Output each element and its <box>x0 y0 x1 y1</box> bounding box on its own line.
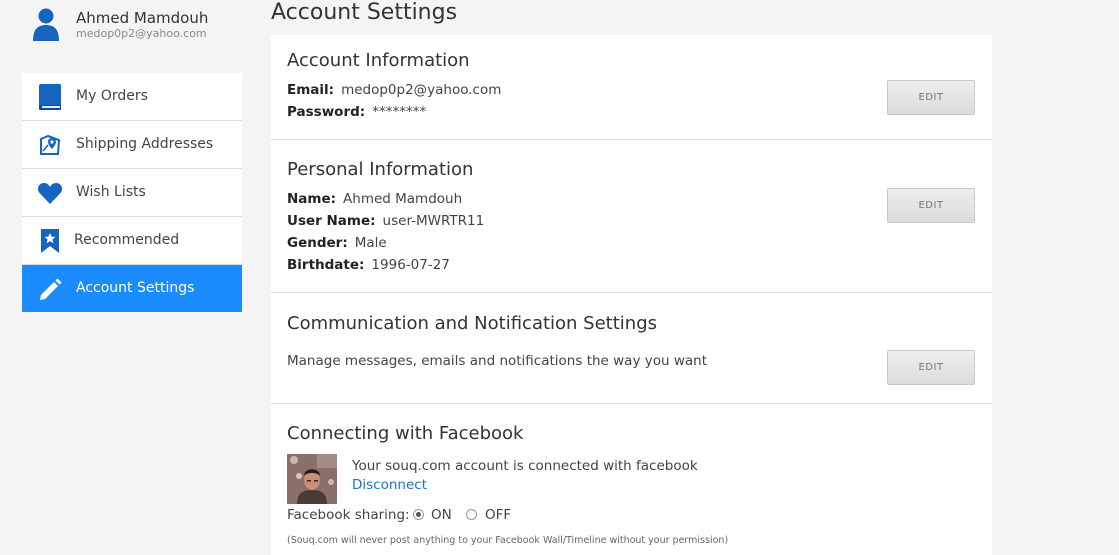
facebook-sharing-label: Facebook sharing: <box>287 507 410 523</box>
edit-account-button[interactable]: EDIT <box>887 80 975 115</box>
account-information-section: Account Information Email: medop0p2@yahoo… <box>271 35 992 140</box>
email-value: medop0p2@yahoo.com <box>341 82 502 98</box>
settings-panel: Account Information Email: medop0p2@yahoo… <box>271 35 992 555</box>
gender-label: Gender: <box>287 235 348 251</box>
sidebar-menu: My Orders Shipping Addresses Wish Lists <box>22 73 242 312</box>
gender-row: Gender: Male <box>287 235 387 251</box>
password-value: ******** <box>372 104 427 120</box>
sidebar-item-account-settings[interactable]: Account Settings <box>22 265 242 312</box>
sidebar-item-my-orders[interactable]: My Orders <box>22 73 242 121</box>
section-title: Connecting with Facebook <box>287 423 524 444</box>
bookmark-star-icon <box>36 227 64 255</box>
name-row: Name: Ahmed Mamdouh <box>287 191 462 207</box>
page-title: Account Settings <box>271 0 458 25</box>
communication-section: Communication and Notification Settings … <box>271 292 992 404</box>
pencil-icon <box>36 275 64 303</box>
username-row: User Name: user-MWRTR11 <box>287 213 484 229</box>
user-email: medop0p2@yahoo.com <box>76 27 207 40</box>
sidebar-item-label: Recommended <box>74 232 180 248</box>
sidebar-item-wish-lists[interactable]: Wish Lists <box>22 169 242 217</box>
facebook-status-text: Your souq.com account is connected with … <box>352 458 698 474</box>
birthdate-label: Birthdate: <box>287 257 365 273</box>
heart-icon <box>36 179 64 207</box>
disconnect-link[interactable]: Disconnect <box>352 477 427 493</box>
sidebar-item-shipping-addresses[interactable]: Shipping Addresses <box>22 121 242 169</box>
personal-information-section: Personal Information Name: Ahmed Mamdouh … <box>271 139 992 293</box>
facebook-permission-note: (Souq.com will never post anything to yo… <box>287 535 729 546</box>
password-label: Password: <box>287 104 366 120</box>
communication-description: Manage messages, emails and notification… <box>287 353 707 369</box>
user-name: Ahmed Mamdouh <box>76 9 209 27</box>
book-icon <box>36 83 64 111</box>
email-label: Email: <box>287 82 335 98</box>
sidebar-item-label: Wish Lists <box>76 184 146 200</box>
password-row: Password: ******** <box>287 104 426 120</box>
user-avatar-icon <box>33 8 59 41</box>
sidebar-item-label: Shipping Addresses <box>76 136 214 152</box>
gender-value: Male <box>354 235 387 251</box>
sidebar-item-label: My Orders <box>76 88 148 104</box>
username-label: User Name: <box>287 213 376 229</box>
edit-personal-button[interactable]: EDIT <box>887 188 975 223</box>
sharing-off-label: OFF <box>485 507 512 523</box>
sidebar-item-label: Account Settings <box>76 280 195 296</box>
map-pin-icon <box>36 131 64 159</box>
name-label: Name: <box>287 191 337 207</box>
birthdate-row: Birthdate: 1996-07-27 <box>287 257 450 273</box>
username-value: user-MWRTR11 <box>382 213 485 229</box>
sharing-on-label: ON <box>431 507 452 523</box>
sidebar-item-recommended[interactable]: Recommended <box>22 217 242 265</box>
sharing-off-radio[interactable] <box>466 509 477 520</box>
section-title: Communication and Notification Settings <box>287 313 658 334</box>
sharing-on-radio[interactable] <box>413 509 424 520</box>
facebook-profile-photo <box>287 454 337 504</box>
name-value: Ahmed Mamdouh <box>343 191 463 207</box>
section-title: Personal Information <box>287 159 474 180</box>
birthdate-value: 1996-07-27 <box>371 257 450 273</box>
email-row: Email: medop0p2@yahoo.com <box>287 82 501 98</box>
section-title: Account Information <box>287 50 470 71</box>
edit-communication-button[interactable]: EDIT <box>887 350 975 385</box>
